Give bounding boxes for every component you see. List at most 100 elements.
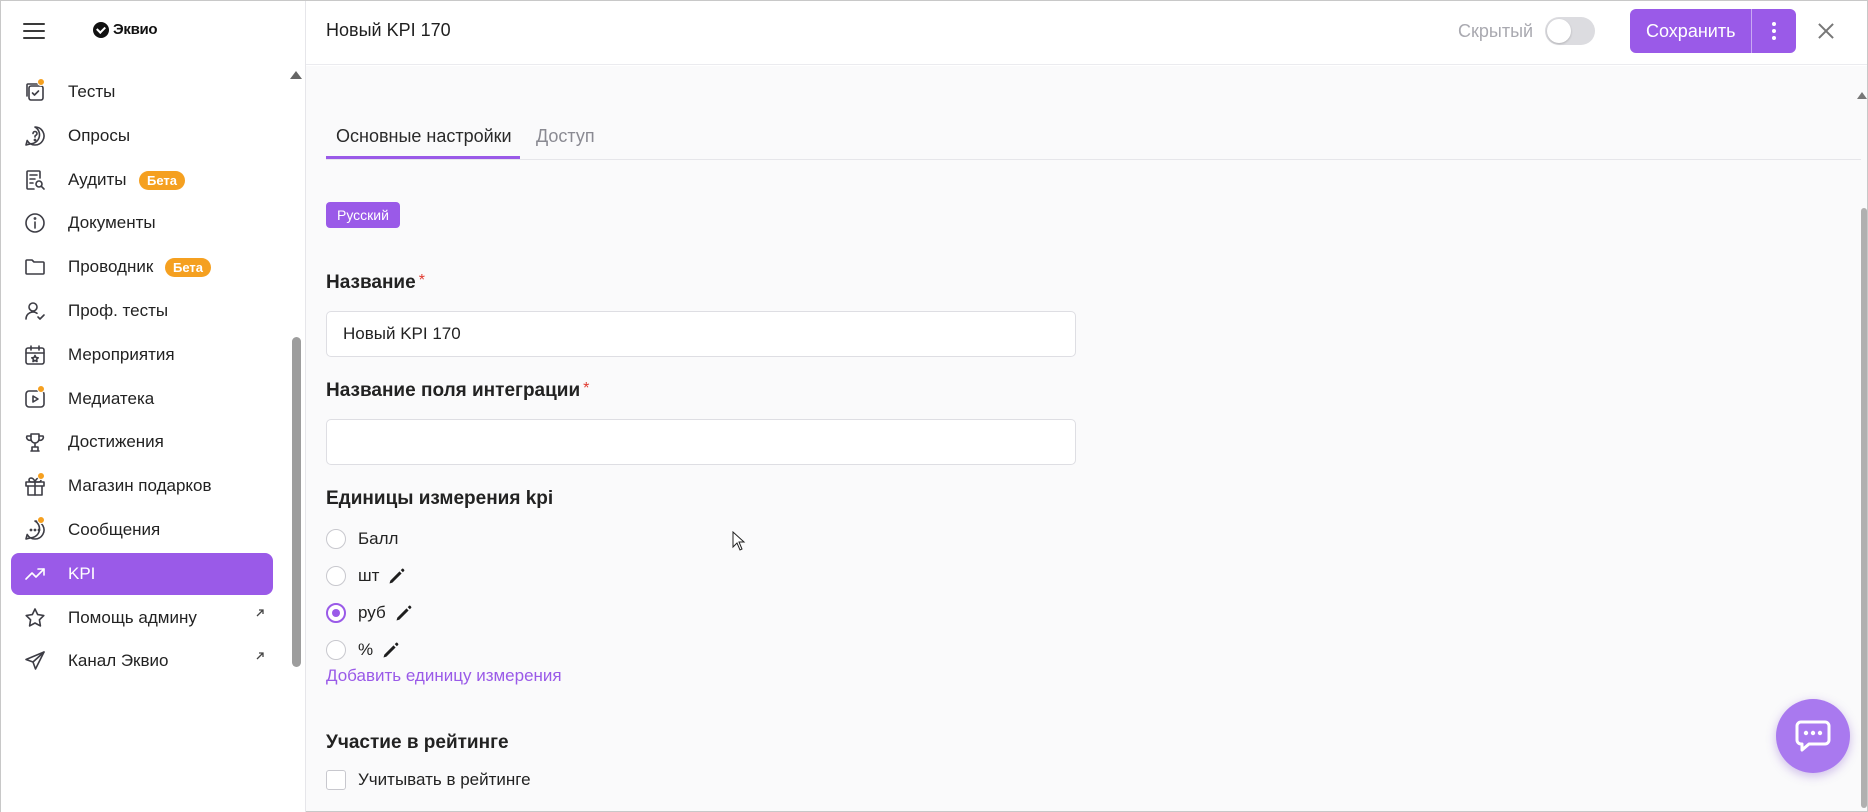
sidebar-item-label: Сообщения xyxy=(68,520,161,539)
sidebar-item-media[interactable]: Медиатека xyxy=(11,378,273,420)
logo-text: Эквио xyxy=(113,21,158,38)
external-link-icon xyxy=(255,648,265,660)
radio-button[interactable] xyxy=(326,640,346,660)
notification-dot xyxy=(37,385,45,393)
main-scroll-up-icon[interactable] xyxy=(1857,92,1867,99)
rating-checkbox[interactable] xyxy=(326,770,346,790)
unit-option-rub[interactable]: руб xyxy=(326,600,414,626)
survey-icon xyxy=(23,124,47,148)
sidebar-item-tests[interactable]: Тесты xyxy=(11,71,273,113)
radio-button[interactable] xyxy=(326,529,346,549)
pencil-icon[interactable] xyxy=(387,566,407,586)
sidebar-item-calendar[interactable]: Мероприятия xyxy=(11,334,273,376)
required-mark: * xyxy=(418,272,425,289)
top-bar: Новый KPI 170 Скрытый Сохранить xyxy=(306,1,1867,65)
logo[interactable]: Эквио xyxy=(93,21,158,38)
sidebar-item-label: Канал Эквио xyxy=(68,651,169,670)
sidebar-item-star[interactable]: Помощь админу xyxy=(11,597,273,639)
folder-icon xyxy=(23,255,47,279)
integration-input[interactable] xyxy=(326,419,1076,465)
save-button[interactable]: Сохранить xyxy=(1630,9,1752,53)
active-tab-indicator xyxy=(326,156,520,159)
trending-up-icon xyxy=(23,562,47,586)
sidebar-item-gift[interactable]: Магазин подарков xyxy=(11,465,273,507)
sidebar-item-trending-up[interactable]: KPI xyxy=(11,553,273,595)
sidebar-item-folder[interactable]: Проводник Бета xyxy=(11,246,273,288)
sidebar-item-trophy[interactable]: Достижения xyxy=(11,421,273,463)
unit-label: шт xyxy=(358,566,380,585)
trophy-icon xyxy=(23,430,47,454)
unit-option-sht[interactable]: шт xyxy=(326,563,407,589)
unit-label: Балл xyxy=(358,529,399,548)
name-label-text: Название xyxy=(326,272,416,293)
unit-option-ball[interactable]: Балл xyxy=(326,526,398,552)
rating-checkbox-row[interactable]: Учитывать в рейтинге xyxy=(326,770,531,790)
sidebar-item-label: KPI xyxy=(68,564,96,583)
sidebar-item-label: Проф. тесты xyxy=(68,301,169,320)
sidebar-item-label: Достижения xyxy=(68,432,164,451)
rating-label: Участие в рейтинге xyxy=(326,732,509,753)
required-mark: * xyxy=(583,380,590,397)
unit-label: руб xyxy=(358,603,386,622)
sidebar-item-label: Помощь админу xyxy=(68,608,197,627)
info-icon xyxy=(23,211,47,235)
sidebar-scroll-up-icon[interactable] xyxy=(290,71,302,79)
hidden-toggle[interactable] xyxy=(1545,17,1595,45)
pencil-icon[interactable] xyxy=(381,640,401,660)
star-icon xyxy=(23,606,47,630)
add-unit-link[interactable]: Добавить единицу измерения xyxy=(326,666,562,686)
sidebar-item-audit[interactable]: Аудиты Бета xyxy=(11,159,273,201)
more-options-icon[interactable] xyxy=(1751,9,1797,53)
app-window: Эквио Тесты Опросы Аудиты Бета Документы Пров… xyxy=(0,0,1868,812)
chat-icon xyxy=(1795,720,1831,752)
name-label: Название * xyxy=(326,272,425,294)
sidebar-item-survey[interactable]: Опросы xyxy=(11,115,273,157)
save-button-group: Сохранить xyxy=(1630,9,1797,53)
sidebar-item-label: Аудиты xyxy=(68,170,127,189)
tabs: Основные настройки Доступ xyxy=(326,114,1861,160)
chat-button[interactable] xyxy=(1776,699,1850,773)
radio-button-selected[interactable] xyxy=(326,603,346,623)
sidebar: Эквио Тесты Опросы Аудиты Бета Документы Пров… xyxy=(1,1,306,812)
notification-dot xyxy=(37,472,45,480)
unit-label: % xyxy=(358,640,374,659)
sidebar-item-label: Тесты xyxy=(68,82,116,101)
close-icon[interactable] xyxy=(1814,19,1838,43)
main-scrollbar[interactable] xyxy=(1861,208,1867,808)
name-input[interactable] xyxy=(326,311,1076,357)
menu-icon[interactable] xyxy=(23,22,47,40)
calendar-icon xyxy=(23,343,47,367)
integration-label: Название поля интеграции * xyxy=(326,380,589,402)
units-label: Единицы измерения kpi xyxy=(326,488,554,509)
sidebar-item-label: Проводник xyxy=(68,257,154,276)
sidebar-item-send[interactable]: Канал Эквио xyxy=(11,640,273,682)
sidebar-item-label: Опросы xyxy=(68,126,131,145)
audit-icon xyxy=(23,168,47,192)
main-content: Основные настройки Доступ Русский Назван… xyxy=(306,66,1867,811)
logo-icon xyxy=(93,21,109,38)
page-title: Новый KPI 170 xyxy=(326,20,451,40)
hidden-label: Скрытый xyxy=(1458,21,1534,41)
unit-option-percent[interactable]: % xyxy=(326,637,401,663)
external-link-icon xyxy=(255,605,265,617)
notification-dot xyxy=(37,516,45,524)
sidebar-item-label: Магазин подарков xyxy=(68,476,212,495)
pencil-icon[interactable] xyxy=(394,603,414,623)
sidebar-item-user-check[interactable]: Проф. тесты xyxy=(11,290,273,332)
mouse-cursor-icon xyxy=(732,531,746,551)
beta-badge: Бета xyxy=(165,257,211,277)
sidebar-scrollbar[interactable] xyxy=(292,337,301,667)
tab-access[interactable]: Доступ xyxy=(536,126,595,147)
send-icon xyxy=(23,649,47,673)
tab-main-settings[interactable]: Основные настройки xyxy=(336,126,512,147)
language-chip[interactable]: Русский xyxy=(326,202,400,228)
sidebar-item-messages[interactable]: Сообщения xyxy=(11,509,273,551)
notification-dot xyxy=(37,78,45,86)
sidebar-item-label: Мероприятия xyxy=(68,345,175,364)
beta-badge: Бета xyxy=(139,170,185,190)
sidebar-header: Эквио xyxy=(1,1,306,61)
sidebar-item-label: Документы xyxy=(68,213,156,232)
radio-button[interactable] xyxy=(326,566,346,586)
rating-checkbox-label: Учитывать в рейтинге xyxy=(358,770,531,789)
sidebar-item-info[interactable]: Документы xyxy=(11,202,273,244)
